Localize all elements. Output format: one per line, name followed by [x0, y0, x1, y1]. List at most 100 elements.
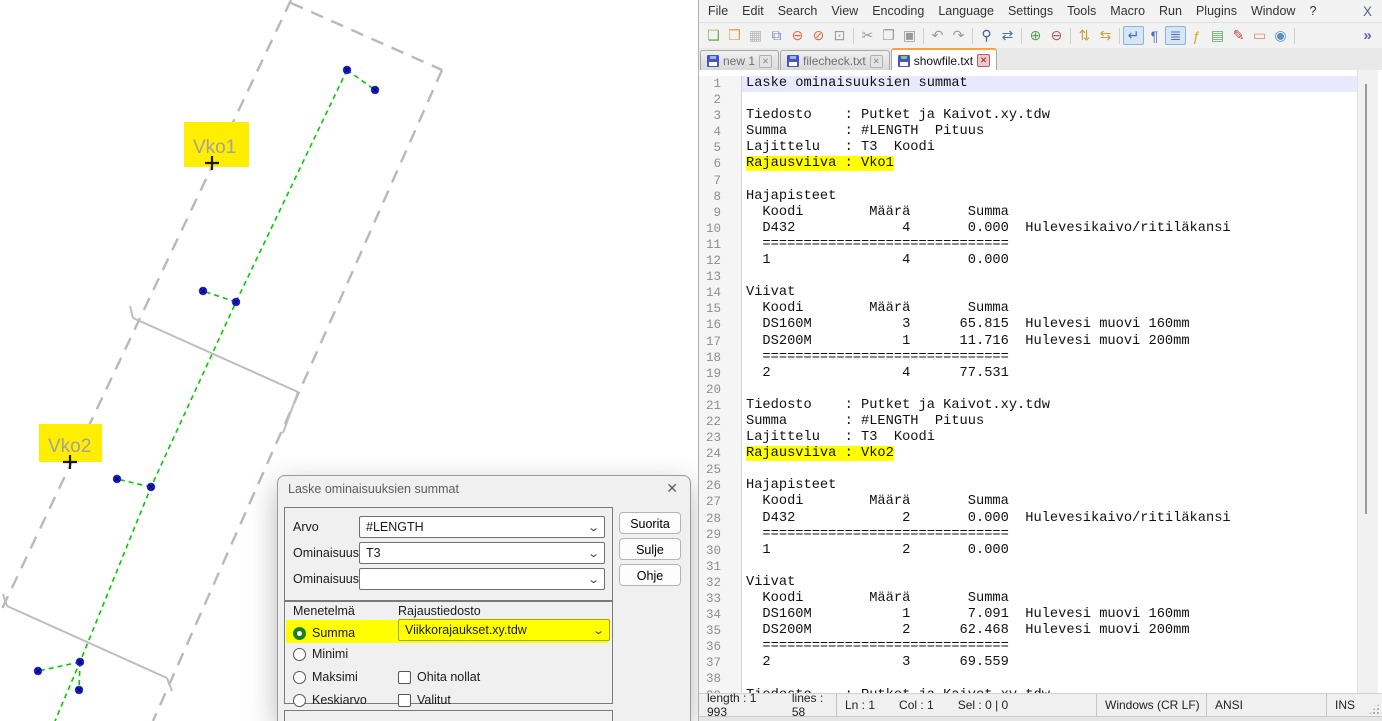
line-text-content: Hajapisteet: [746, 478, 836, 493]
field-label-ominaisuus-2: Ominaisuus: [293, 568, 359, 590]
tab-close-icon[interactable]: ✕: [870, 55, 883, 68]
find-icon[interactable]: ⚲: [976, 26, 997, 45]
copy-icon[interactable]: ❐: [878, 26, 899, 45]
sync-horizontal-scroll-icon[interactable]: ⇆: [1095, 26, 1116, 45]
line-number: 5: [699, 140, 721, 156]
combobox-ominaisuus-1[interactable]: T3⌄: [359, 542, 605, 564]
menu-item-run[interactable]: Run: [1152, 0, 1189, 22]
zoom-out-icon[interactable]: ⊖: [1046, 26, 1067, 45]
paste-icon[interactable]: ▣: [899, 26, 920, 45]
menu-item-window[interactable]: Window: [1244, 0, 1302, 22]
line-text: Viivat: [742, 575, 1357, 591]
menu-item-tools[interactable]: Tools: [1060, 0, 1103, 22]
tab-showfile-txt[interactable]: showfile.txt✕: [891, 48, 997, 71]
line-text: Koodi Määrä Summa: [742, 301, 1357, 317]
editor-line: 2: [699, 92, 1357, 108]
overflow-icon[interactable]: »: [1357, 26, 1378, 45]
checkbox-ohita-nollat[interactable]: Ohita nollat: [398, 669, 480, 685]
sync-vertical-scroll-icon[interactable]: ⇅: [1074, 26, 1095, 45]
boundary-file-combobox[interactable]: Viikkorajaukset.xy.tdw ⌄: [398, 619, 610, 641]
new-file-icon[interactable]: ❏: [703, 26, 724, 45]
document-switcher-icon[interactable]: ✎: [1228, 26, 1249, 45]
ohje-button[interactable]: Ohje: [619, 564, 681, 586]
line-number-gutter: [721, 76, 742, 92]
line-number: 11: [699, 237, 721, 253]
function-list-icon[interactable]: ƒ: [1186, 26, 1207, 45]
dialog-close-icon[interactable]: ✕: [666, 480, 678, 497]
tab-close-icon[interactable]: ✕: [977, 54, 990, 67]
area-label-vko2[interactable]: Vko2: [39, 424, 102, 469]
line-number: 19: [699, 366, 721, 382]
sulje-button[interactable]: Sulje: [619, 538, 681, 560]
save-all-icon[interactable]: ⧉: [766, 26, 787, 45]
document-map-icon[interactable]: ▤: [1207, 26, 1228, 45]
radio-maksimi[interactable]: Maksimi: [293, 669, 358, 685]
menu-item-edit[interactable]: Edit: [735, 0, 771, 22]
line-number: 15: [699, 301, 721, 317]
line-number-gutter: [721, 527, 742, 543]
word-wrap-icon[interactable]: ↵: [1123, 26, 1144, 45]
menu-item-language[interactable]: Language: [931, 0, 1001, 22]
vscrollbar-thumb[interactable]: [1365, 84, 1367, 514]
menu-item-help[interactable]: ?: [1302, 0, 1323, 22]
menu-item-macro[interactable]: Macro: [1103, 0, 1152, 22]
print-icon[interactable]: ⊡: [829, 26, 850, 45]
line-number: 17: [699, 334, 721, 350]
file-saved-icon: [787, 55, 799, 67]
editor-area[interactable]: 1Laske ominaisuuksien summat23Tiedosto :…: [699, 70, 1382, 693]
checkbox-valitut[interactable]: Valitut: [398, 692, 451, 708]
tab-new-1[interactable]: new 1 ✕: [700, 50, 779, 71]
suorita-button[interactable]: Suorita: [619, 512, 681, 534]
line-text: [742, 92, 1357, 108]
editor-line: 18 ==============================: [699, 350, 1357, 366]
save-file-icon[interactable]: ▦: [745, 26, 766, 45]
line-number: 23: [699, 430, 721, 446]
combobox-arvo-0[interactable]: #LENGTH⌄: [359, 516, 605, 538]
editor-line: 34 DS160M 1 7.091 Hulevesi muovi 160mm: [699, 607, 1357, 623]
replace-icon[interactable]: ⇄: [997, 26, 1018, 45]
menu-item-search[interactable]: Search: [771, 0, 825, 22]
zoom-in-icon[interactable]: ⊕: [1025, 26, 1046, 45]
radio-keskiarvo[interactable]: Keskiarvo: [293, 692, 367, 708]
undo-icon[interactable]: ↶: [927, 26, 948, 45]
cut-icon[interactable]: ✂: [857, 26, 878, 45]
close-file-icon[interactable]: ⊖: [787, 26, 808, 45]
status-eol-format: Windows (CR LF): [1105, 698, 1200, 712]
menu-item-settings[interactable]: Settings: [1001, 0, 1060, 22]
radio-label: Summa: [312, 626, 355, 640]
radio-button-icon: [293, 648, 306, 661]
value-fields-group: Arvo#LENGTH⌄OminaisuusT3⌄Ominaisuus⌄: [284, 507, 613, 601]
line-number-gutter: [721, 382, 742, 398]
area-label-vko1[interactable]: Vko1: [184, 122, 249, 170]
show-all-characters-icon[interactable]: ¶: [1144, 26, 1165, 45]
tab-label: new 1: [723, 54, 755, 68]
line-number-gutter: [721, 140, 742, 156]
folder-as-workspace-icon[interactable]: ▭: [1249, 26, 1270, 45]
line-number: 20: [699, 382, 721, 398]
window-close-button[interactable]: X: [1363, 4, 1372, 19]
combobox-ominaisuus-2[interactable]: ⌄: [359, 568, 605, 590]
tab-filecheck-txt[interactable]: filecheck.txt✕: [780, 50, 890, 71]
radio-minimi[interactable]: Minimi: [293, 646, 348, 662]
menu-item-file[interactable]: File: [701, 0, 735, 22]
editor-line: 32Viivat: [699, 575, 1357, 591]
editor-vscrollbar[interactable]: [1357, 70, 1378, 693]
line-number: 9: [699, 205, 721, 221]
menu-item-plugins[interactable]: Plugins: [1189, 0, 1244, 22]
close-all-icon[interactable]: ⊘: [808, 26, 829, 45]
redo-icon[interactable]: ↷: [948, 26, 969, 45]
line-text: [742, 671, 1357, 687]
line-number: 1: [699, 76, 721, 92]
line-number: 35: [699, 623, 721, 639]
tab-close-icon[interactable]: ✕: [759, 55, 772, 68]
editor-line: 25: [699, 462, 1357, 478]
line-text-content: Lajittelu : T3 Koodi: [746, 140, 935, 155]
menu-item-encoding[interactable]: Encoding: [865, 0, 931, 22]
monitoring-icon[interactable]: ◉: [1270, 26, 1291, 45]
line-text: [742, 462, 1357, 478]
menu-item-view[interactable]: View: [824, 0, 865, 22]
line-number-gutter: [721, 575, 742, 591]
radio-summa[interactable]: Summa: [293, 625, 355, 641]
open-file-icon[interactable]: ❒: [724, 26, 745, 45]
show-indent-guide-icon[interactable]: ≣: [1165, 26, 1186, 45]
